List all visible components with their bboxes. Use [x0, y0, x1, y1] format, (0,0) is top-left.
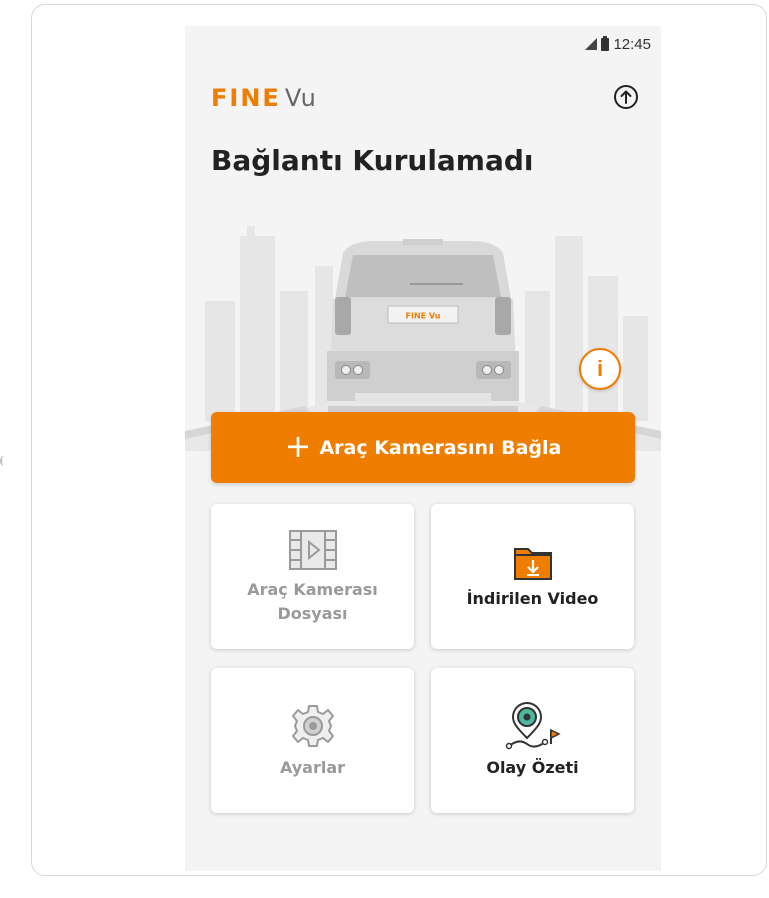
settings-label: Ayarlar	[279, 757, 346, 777]
upload-circle-icon	[620, 90, 632, 104]
upload-button[interactable]	[614, 85, 638, 109]
edge-mark	[0, 456, 8, 466]
brand-logo: FINE Vu	[211, 84, 317, 112]
downloaded-video-tile[interactable]: İndirilen Video	[431, 504, 634, 649]
status-bar: 12:45	[585, 34, 651, 54]
logo-secondary: Vu	[284, 84, 317, 112]
dashcam-files-tile[interactable]: Araç Kamerası Dosyası	[211, 504, 414, 649]
page-title: Bağlantı Kurulamadı	[211, 144, 534, 177]
film-icon	[288, 529, 337, 570]
gear-icon	[291, 704, 334, 747]
connect-dashcam-button[interactable]: + Araç Kamerasını Bağla	[211, 412, 635, 483]
app-screen: 12:45 FINE Vu Bağlantı Kurulamadı FINE V…	[185, 26, 661, 871]
info-button[interactable]: i	[579, 348, 621, 390]
settings-tile[interactable]: Ayarlar	[211, 668, 414, 813]
plus-icon: +	[284, 426, 312, 465]
event-summary-tile[interactable]: Olay Özeti	[431, 668, 634, 813]
status-time: 12:45	[613, 35, 651, 53]
connect-button-label: Araç Kamerasını Bağla	[319, 436, 562, 459]
downloaded-video-label: İndirilen Video	[466, 588, 599, 608]
signal-icon	[585, 38, 598, 50]
logo-primary: FINE	[211, 84, 281, 112]
info-icon: i	[596, 356, 604, 381]
dashcam-files-label: Araç Kamerası Dosyası	[247, 579, 378, 623]
event-summary-label: Olay Özeti	[486, 757, 579, 777]
battery-icon	[601, 35, 610, 51]
car-plate-text: FINE Vu	[406, 312, 441, 321]
download-folder-icon	[513, 547, 552, 580]
event-pin-icon	[505, 701, 561, 749]
